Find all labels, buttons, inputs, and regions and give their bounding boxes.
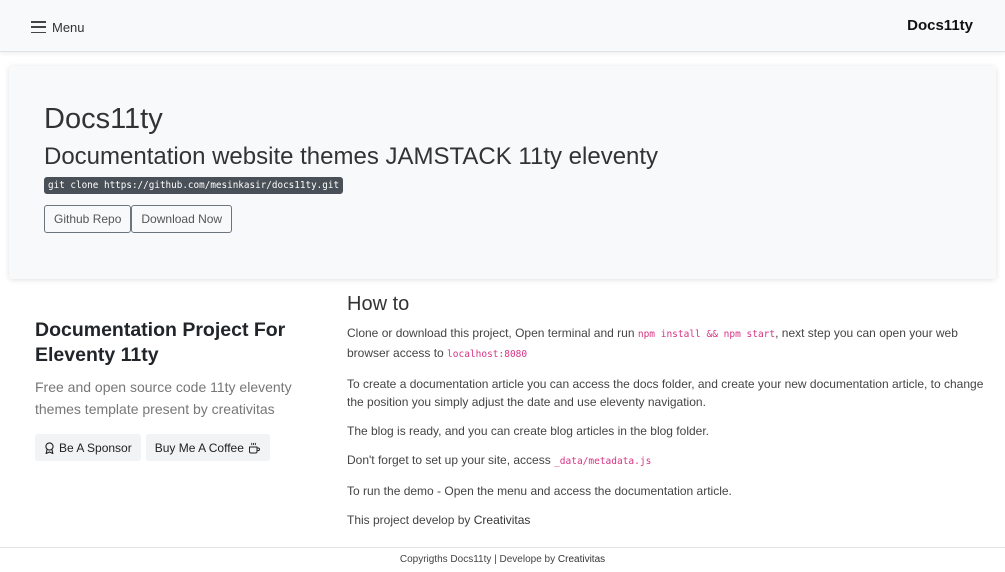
hero-title: Docs11ty bbox=[44, 103, 163, 135]
brand-link[interactable]: Docs11ty bbox=[907, 17, 973, 34]
howto-paragraph-author: This project develop by Creativitas bbox=[347, 513, 531, 527]
award-icon bbox=[45, 441, 54, 454]
npm-command-code: npm install && npm start bbox=[637, 329, 776, 340]
coffee-label: Buy Me A Coffee bbox=[154, 440, 244, 455]
menu-label: Menu bbox=[52, 19, 85, 35]
hamburger-icon bbox=[31, 21, 46, 33]
hero-section: Docs11ty Documentation website themes JA… bbox=[9, 66, 996, 279]
howto-paragraph-demo: To run the demo - Open the menu and acce… bbox=[347, 484, 732, 498]
intro-column: Documentation Project For Eleventy 11ty … bbox=[35, 318, 325, 461]
sponsor-button[interactable]: Be A Sponsor bbox=[35, 434, 141, 461]
howto-paragraph-blog: The blog is ready, and you can create bl… bbox=[347, 424, 709, 438]
footer-creativitas-link[interactable]: Creativitas bbox=[558, 554, 605, 565]
hero-buttons: Github Repo Download Now bbox=[44, 205, 233, 233]
howto-paragraph-docs: To create a documentation article you ca… bbox=[347, 377, 984, 409]
buy-coffee-button[interactable]: Buy Me A Coffee bbox=[145, 434, 270, 461]
howto-paragraph-metadata: Don't forget to set up your site, access… bbox=[347, 453, 652, 467]
menu-button[interactable]: Menu bbox=[31, 17, 85, 37]
howto-paragraph-install: Clone or download this project, Open ter… bbox=[347, 326, 958, 360]
footer-copyright: Copyrigths Docs11ty | Develope by bbox=[399, 554, 556, 565]
creativitas-link[interactable]: Creativitas bbox=[474, 513, 531, 527]
sponsor-label: Be A Sponsor bbox=[59, 440, 132, 455]
clone-command: git clone https://github.com/mesinkasir/… bbox=[44, 177, 344, 194]
localhost-code: localhost:8080 bbox=[447, 349, 528, 360]
support-buttons: Be A Sponsor Buy Me A Coffee bbox=[35, 434, 325, 461]
download-now-button[interactable]: Download Now bbox=[131, 205, 233, 233]
intro-title: Documentation Project For Eleventy 11ty bbox=[35, 319, 286, 366]
cup-hot-icon bbox=[248, 442, 260, 453]
metadata-code: _data/metadata.js bbox=[554, 456, 652, 467]
howto-section: How to Clone or download this project, O… bbox=[347, 293, 997, 529]
navbar: Menu Docs11ty bbox=[0, 0, 1005, 52]
footer: Copyrigths Docs11ty | Develope by Creati… bbox=[0, 547, 1005, 571]
github-repo-button[interactable]: Github Repo bbox=[44, 205, 132, 233]
intro-lead: Free and open source code 11ty eleventy … bbox=[35, 379, 292, 417]
hero-subtitle: Documentation website themes JAMSTACK 11… bbox=[44, 143, 659, 170]
howto-title: How to bbox=[347, 293, 410, 315]
